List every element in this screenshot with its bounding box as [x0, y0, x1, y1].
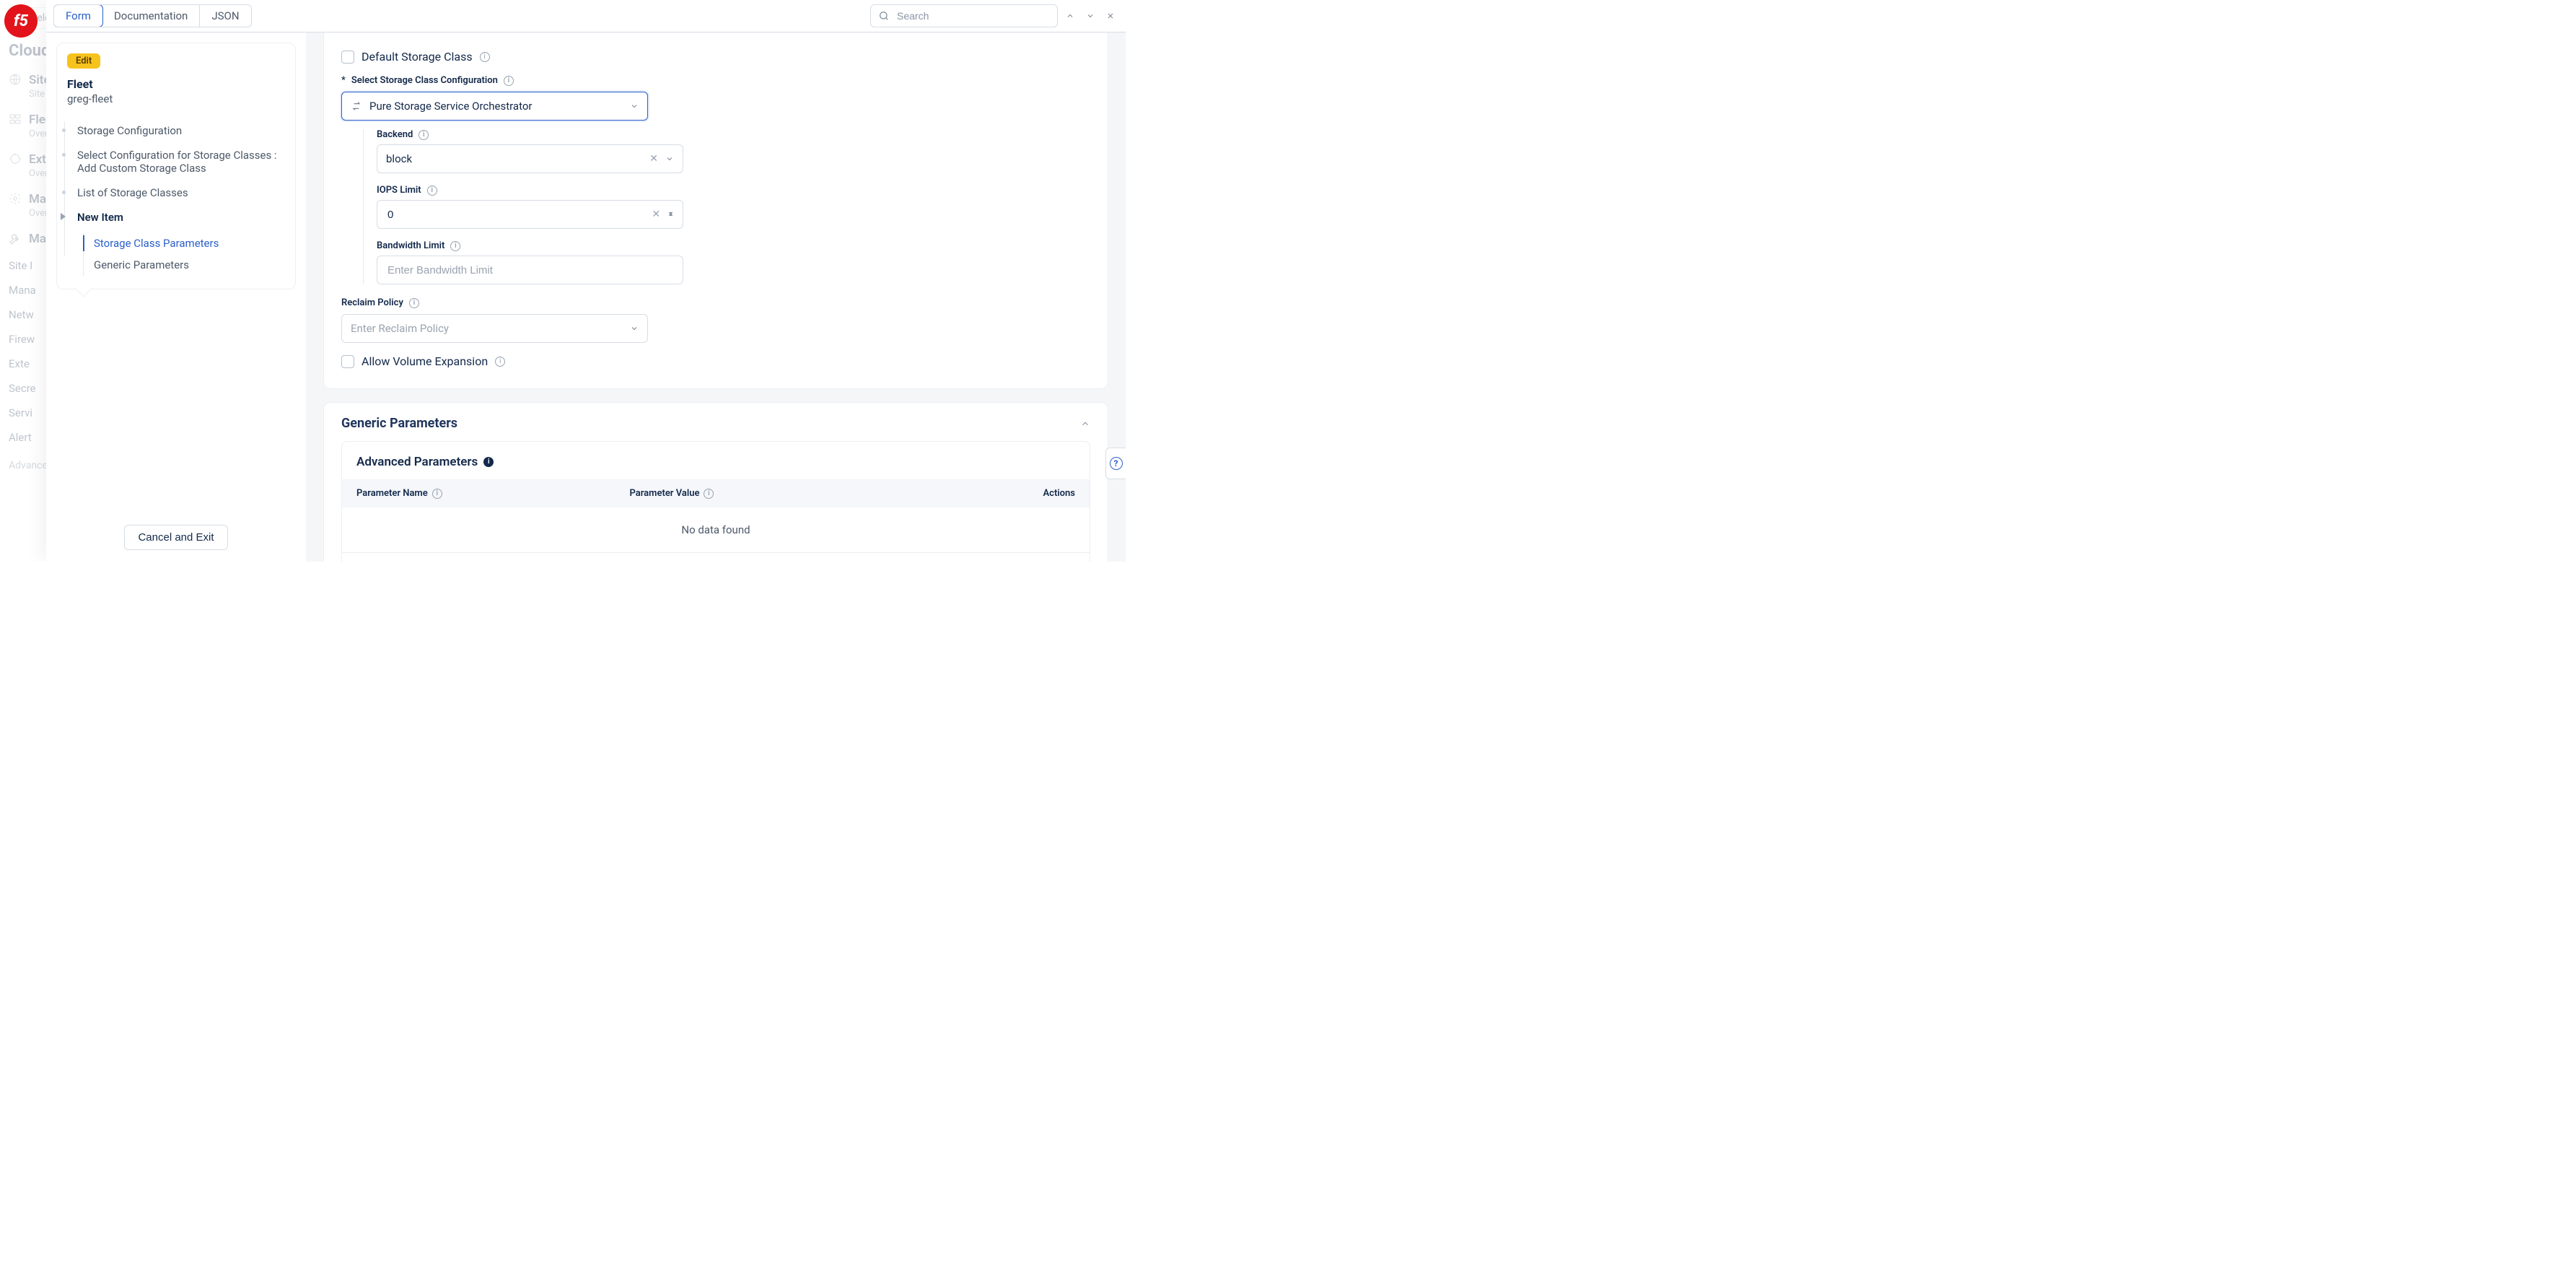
- select-value: block: [386, 152, 642, 165]
- chevron-down-icon: [630, 102, 639, 110]
- search-icon: [878, 10, 890, 22]
- info-icon[interactable]: i: [419, 130, 429, 140]
- select-placeholder: Enter Reclaim Policy: [351, 322, 623, 335]
- help-icon: ?: [1110, 457, 1123, 470]
- swap-icon: [351, 100, 362, 112]
- outline-node-active[interactable]: New Item: [67, 205, 285, 230]
- info-icon[interactable]: i: [504, 76, 514, 86]
- bandwidth-input-field[interactable]: [386, 263, 674, 277]
- select-reclaim-policy[interactable]: Enter Reclaim Policy: [341, 314, 648, 343]
- field-allow-expansion: Allow Volume Expansion i: [341, 354, 1090, 368]
- tab-form[interactable]: Form: [53, 4, 103, 27]
- outline-node[interactable]: List of Storage Classes: [67, 180, 285, 205]
- info-icon[interactable]: i: [450, 241, 460, 251]
- prev-result-button[interactable]: [1062, 8, 1078, 24]
- object-name: greg-fleet: [67, 92, 285, 105]
- close-icon: [1106, 12, 1115, 20]
- label-select-sc-config: Select Storage Class Configurationi: [341, 75, 1090, 86]
- outline-leaf-generic-params[interactable]: Generic Parameters: [84, 254, 285, 276]
- clear-backend[interactable]: ✕: [649, 153, 658, 165]
- card-storage-class-params: Default Storage Class i Select Storage C…: [323, 32, 1108, 389]
- search-input[interactable]: [895, 9, 1050, 22]
- outline-panel: Edit Fleet greg-fleet Storage Configurat…: [46, 32, 306, 562]
- info-icon[interactable]: i: [432, 489, 442, 499]
- pso-subfields: Backendi block ✕ IOP: [363, 129, 1090, 284]
- select-value: Pure Storage Service Orchestrator: [369, 100, 623, 113]
- outline-node[interactable]: Storage Configuration: [67, 118, 285, 143]
- outline-leaf-storage-class-params[interactable]: Storage Class Parameters: [84, 232, 285, 254]
- help-button[interactable]: ?: [1105, 448, 1126, 479]
- outline-tree: Storage Configuration Select Configurati…: [67, 118, 285, 276]
- brand-logo: f5: [4, 4, 38, 38]
- info-icon[interactable]: i: [409, 298, 419, 308]
- iops-input-field[interactable]: [386, 208, 644, 222]
- checkbox-default-sc[interactable]: [341, 51, 354, 64]
- select-storage-class-config[interactable]: Pure Storage Service Orchestrator: [341, 92, 648, 121]
- label: Default Storage Class: [362, 50, 473, 64]
- chevron-down-icon: [665, 154, 674, 163]
- close-search-button[interactable]: [1103, 8, 1118, 24]
- info-icon[interactable]: i: [495, 357, 505, 367]
- chevron-up-icon: [1066, 12, 1074, 20]
- card-generic-parameters: Generic Parameters Advanced Parametersi …: [323, 402, 1108, 562]
- next-result-button[interactable]: [1082, 8, 1098, 24]
- clear-iops[interactable]: ✕: [652, 209, 660, 220]
- col-parameter-value: Parameter Value: [629, 488, 699, 499]
- input-iops-limit[interactable]: ✕ ▲▼: [377, 200, 683, 229]
- tab-documentation[interactable]: Documentation: [102, 5, 200, 27]
- col-parameter-name: Parameter Name: [356, 488, 428, 499]
- info-icon[interactable]: i: [427, 186, 437, 196]
- info-icon[interactable]: i: [704, 489, 714, 499]
- chevron-down-icon: [630, 324, 639, 333]
- label-backend: Backendi: [377, 129, 1090, 140]
- modal-header: Form Documentation JSON: [46, 0, 1126, 32]
- input-bandwidth-limit[interactable]: [377, 256, 683, 284]
- advanced-parameters-title: Advanced Parameters: [356, 455, 478, 469]
- collapse-section[interactable]: [1080, 419, 1090, 429]
- chevron-down-icon: [1086, 12, 1095, 20]
- cancel-button[interactable]: Cancel and Exit: [124, 525, 227, 550]
- label-iops: IOPS Limiti: [377, 185, 1090, 196]
- object-kind: Fleet: [67, 77, 285, 91]
- info-icon[interactable]: i: [483, 457, 494, 467]
- params-table-header: Parameter Name i Parameter Value i Actions: [342, 479, 1090, 507]
- outline-node[interactable]: Select Configuration for Storage Classes…: [67, 143, 285, 180]
- field-default-storage-class: Default Storage Class i: [341, 50, 1090, 64]
- edit-badge: Edit: [67, 53, 100, 69]
- table-empty-state: No data found: [342, 507, 1090, 552]
- view-tabs: Form Documentation JSON: [53, 4, 252, 27]
- info-icon[interactable]: i: [480, 52, 490, 62]
- search-box[interactable]: [870, 4, 1058, 27]
- checkbox-allow-expansion[interactable]: [341, 355, 354, 368]
- label-bandwidth: Bandwidth Limiti: [377, 240, 1090, 251]
- chevron-up-icon: [1080, 419, 1090, 429]
- tab-json[interactable]: JSON: [200, 5, 250, 27]
- label-reclaim: Reclaim Policyi: [341, 297, 1090, 308]
- col-actions: Actions: [1043, 488, 1075, 499]
- label: Allow Volume Expansion: [362, 354, 488, 368]
- form-panel: Default Storage Class i Select Storage C…: [306, 32, 1126, 562]
- section-title: Generic Parameters: [341, 416, 457, 431]
- edit-modal: Form Documentation JSON Edit Fleet: [46, 0, 1126, 562]
- select-backend[interactable]: block ✕: [377, 144, 683, 173]
